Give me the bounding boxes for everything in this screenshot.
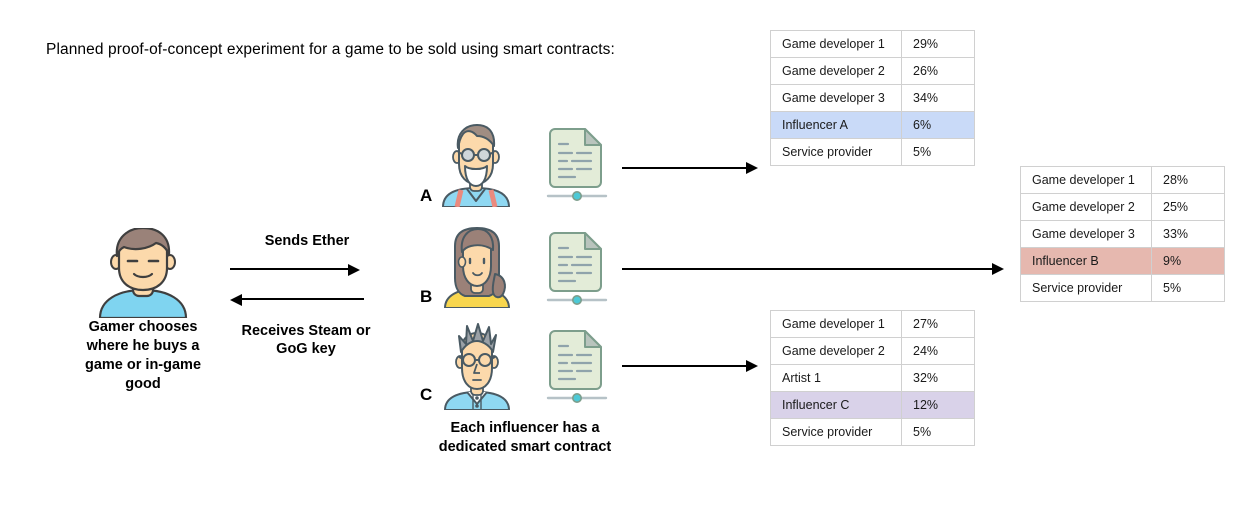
gamer-caption-line1: Gamer chooses <box>88 319 198 335</box>
row-value: 25% <box>1151 193 1225 221</box>
influencer-b-revenue-split-table: Game developer 1 28% Game developer 2 25% Ga… <box>1020 166 1225 302</box>
row-label: Game developer 2 <box>770 57 902 85</box>
row-label: Game developer 3 <box>770 84 902 112</box>
table-row: Game developer 3 33% <box>1020 220 1225 248</box>
row-label: Artist 1 <box>770 364 902 392</box>
influencer-a-revenue-split-table: Game developer 1 29% Game developer 2 26% Ga… <box>770 30 975 166</box>
influencer-a-letter: A <box>420 186 433 205</box>
row-label: Game developer 3 <box>1020 220 1152 248</box>
table-row: Game developer 1 28% <box>1020 166 1225 194</box>
row-label: Game developer 1 <box>770 310 902 338</box>
receives-key-label-line2: GoG key <box>276 341 336 357</box>
smart-contract-document-icon <box>546 128 608 211</box>
table-row: Game developer 2 25% <box>1020 193 1225 221</box>
row-value: 9% <box>1151 247 1225 275</box>
smart-contract-document-icon <box>546 232 608 315</box>
row-value: 29% <box>901 30 975 58</box>
row-value: 24% <box>901 337 975 365</box>
gamer-avatar-icon <box>78 226 208 323</box>
row-value: 34% <box>901 84 975 112</box>
smart-contract-caption-line2: dedicated smart contract <box>438 439 612 455</box>
row-value: 27% <box>901 310 975 338</box>
gamer-caption-line2: where he buys a <box>86 338 200 354</box>
table-row: Game developer 2 24% <box>770 337 975 365</box>
table-row: Influencer B 9% <box>1020 247 1225 275</box>
influencer-c-letter: C <box>420 385 433 404</box>
table-row: Influencer C 12% <box>770 391 975 419</box>
row-label: Service provider <box>770 418 902 446</box>
gamer-caption: Gamer chooses where he buys a game or in… <box>58 318 228 394</box>
gamer-caption-line3: game or in-game <box>84 357 202 373</box>
row-value: 5% <box>901 138 975 166</box>
row-value: 12% <box>901 391 975 419</box>
influencer-a-avatar-icon <box>437 122 515 212</box>
row-label: Game developer 2 <box>1020 193 1152 221</box>
row-label: Influencer C <box>770 391 902 419</box>
receives-key-label: Receives Steam or GoG key <box>210 322 402 358</box>
row-label: Game developer 1 <box>1020 166 1152 194</box>
row-label: Influencer A <box>770 111 902 139</box>
influencer-b-letter: B <box>420 287 433 306</box>
influencer-b-avatar-icon <box>437 226 517 313</box>
page-title: Planned proof-of-concept experiment for … <box>46 41 615 58</box>
table-row: Game developer 1 29% <box>770 30 975 58</box>
row-label: Service provider <box>1020 274 1152 302</box>
row-label: Service provider <box>770 138 902 166</box>
row-value: 33% <box>1151 220 1225 248</box>
influencer-c-revenue-split-table: Game developer 1 27% Game developer 2 24% Ar… <box>770 310 975 446</box>
smart-contract-caption-line1: Each influencer has a <box>450 420 600 436</box>
table-row: Service provider 5% <box>1020 274 1225 302</box>
gamer-caption-line4: good <box>125 376 161 392</box>
row-label: Game developer 1 <box>770 30 902 58</box>
table-row: Game developer 3 34% <box>770 84 975 112</box>
table-a-body: Game developer 1 29% Game developer 2 26% Ga… <box>770 30 975 166</box>
receives-key-label-line1: Receives Steam or <box>241 323 371 339</box>
smart-contract-caption: Each influencer has a dedicated smart co… <box>412 419 638 457</box>
table-row: Influencer A 6% <box>770 111 975 139</box>
table-row: Service provider 5% <box>770 418 975 446</box>
table-b-body: Game developer 1 28% Game developer 2 25% Ga… <box>1020 166 1225 302</box>
influencer-c-avatar-icon <box>437 322 517 415</box>
row-label: Influencer B <box>1020 247 1152 275</box>
row-value: 28% <box>1151 166 1225 194</box>
table-row: Game developer 2 26% <box>770 57 975 85</box>
row-value: 6% <box>901 111 975 139</box>
table-row: Service provider 5% <box>770 138 975 166</box>
row-value: 5% <box>1151 274 1225 302</box>
row-value: 26% <box>901 57 975 85</box>
table-c-body: Game developer 1 27% Game developer 2 24% Ar… <box>770 310 975 446</box>
sends-ether-label: Sends Ether <box>264 233 350 249</box>
row-value: 32% <box>901 364 975 392</box>
table-row: Artist 1 32% <box>770 364 975 392</box>
row-label: Game developer 2 <box>770 337 902 365</box>
smart-contract-document-icon <box>546 330 608 413</box>
table-row: Game developer 1 27% <box>770 310 975 338</box>
row-value: 5% <box>901 418 975 446</box>
